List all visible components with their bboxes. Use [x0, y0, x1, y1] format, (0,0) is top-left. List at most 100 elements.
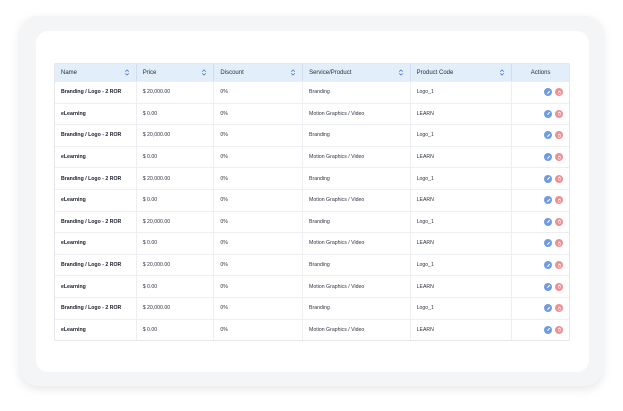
- edit-button[interactable]: [544, 304, 553, 313]
- cell-service-product: Branding: [302, 82, 410, 103]
- cell-price: $ 0.00: [135, 146, 214, 168]
- products-table: Name Price Discount Service/Product Prod…: [54, 63, 570, 342]
- cell-price-text: $ 20,000.00: [142, 262, 171, 269]
- cell-discount: 0%: [213, 125, 302, 146]
- cell-service-product-text: Branding: [309, 132, 330, 139]
- table-header: Name Price Discount Service/Product Prod…: [55, 64, 569, 81]
- delete-button[interactable]: [555, 174, 564, 183]
- cell-name-text: Branding / Logo - 2 ROR: [61, 175, 122, 182]
- edit-button[interactable]: [544, 239, 553, 248]
- sort-icon[interactable]: [499, 69, 505, 76]
- edit-icon: [546, 241, 550, 245]
- cell-product-code-text: LEARN: [416, 240, 434, 247]
- delete-button[interactable]: [555, 239, 564, 248]
- edit-button[interactable]: [544, 261, 553, 270]
- cell-name-text: Branding / Logo - 2 ROR: [61, 132, 122, 139]
- table-row: Branding / Logo - 2 ROR $ 20,000.00 0% Bran…: [55, 210, 569, 233]
- cell-product-code: LEARN: [409, 319, 512, 341]
- cell-discount: 0%: [213, 103, 302, 125]
- cell-discount-text: 0%: [220, 154, 228, 161]
- cell-name-text: Branding / Logo - 2 ROR: [61, 305, 122, 312]
- delete-button[interactable]: [555, 131, 564, 140]
- edit-button[interactable]: [544, 325, 553, 334]
- delete-button[interactable]: [555, 88, 564, 97]
- delete-icon: [557, 133, 561, 138]
- cell-price: $ 20,000.00: [135, 254, 214, 276]
- cell-name: Branding / Logo - 2 ROR: [55, 125, 136, 146]
- cell-name: eLearning: [55, 320, 136, 341]
- delete-icon: [557, 263, 561, 268]
- cell-service-product: Motion Graphics / Video: [302, 319, 410, 341]
- cell-discount: 0%: [213, 82, 302, 103]
- cell-name: Branding / Logo - 2 ROR: [55, 168, 136, 189]
- cell-product-code: LEARN: [409, 233, 512, 254]
- delete-button[interactable]: [555, 109, 564, 118]
- cell-actions: [511, 254, 569, 276]
- cell-actions: [511, 319, 569, 341]
- cell-product-code-text: Logo_1: [416, 218, 434, 225]
- cell-service-product: Motion Graphics / Video: [302, 233, 410, 254]
- edit-button[interactable]: [544, 109, 553, 118]
- column-header-discount[interactable]: Discount: [213, 64, 302, 81]
- table-row: eLearning $ 0.00 0% Motion Graphics / Video…: [55, 145, 569, 168]
- edit-button[interactable]: [544, 196, 553, 205]
- cell-name-text: eLearning: [61, 197, 86, 204]
- cell-product-code-text: Logo_1: [416, 305, 434, 312]
- cell-service-product: Motion Graphics / Video: [302, 189, 410, 211]
- cell-actions: [511, 211, 569, 233]
- cell-discount: 0%: [213, 189, 302, 211]
- delete-icon: [557, 176, 561, 181]
- delete-button[interactable]: [555, 196, 564, 205]
- cell-product-code: Logo_1: [409, 297, 512, 319]
- cell-name-text: eLearning: [61, 110, 86, 117]
- delete-icon: [557, 241, 561, 246]
- delete-button[interactable]: [555, 304, 564, 313]
- edit-icon: [546, 328, 550, 332]
- cell-product-code: LEARN: [409, 103, 512, 125]
- edit-button[interactable]: [544, 88, 553, 97]
- sort-icon[interactable]: [201, 69, 207, 76]
- sort-icon[interactable]: [124, 69, 130, 76]
- sort-icon[interactable]: [290, 69, 296, 76]
- delete-button[interactable]: [555, 325, 564, 334]
- column-header-service-product[interactable]: Service/Product: [302, 64, 410, 81]
- edit-button[interactable]: [544, 131, 553, 140]
- cell-actions: [511, 297, 569, 319]
- delete-button[interactable]: [555, 261, 564, 270]
- cell-price-text: $ 20,000.00: [142, 175, 171, 182]
- edit-button[interactable]: [544, 153, 553, 162]
- edit-icon: [546, 133, 550, 137]
- edit-icon: [546, 176, 550, 181]
- edit-button[interactable]: [544, 282, 553, 291]
- cell-product-code-text: LEARN: [416, 283, 434, 290]
- delete-button[interactable]: [555, 153, 564, 162]
- cell-discount-text: 0%: [220, 283, 228, 290]
- cell-discount-text: 0%: [220, 110, 228, 117]
- edit-button[interactable]: [544, 174, 553, 183]
- table-row: eLearning $ 0.00 0% Motion Graphics / Video…: [55, 275, 569, 297]
- delete-button[interactable]: [555, 217, 564, 226]
- cell-price-text: $ 20,000.00: [142, 305, 171, 312]
- cell-product-code: LEARN: [409, 146, 512, 168]
- cell-service-product: Branding: [302, 168, 410, 189]
- cell-service-product: Branding: [302, 254, 410, 276]
- edit-icon: [546, 263, 550, 267]
- cell-product-code-text: Logo_1: [416, 132, 434, 139]
- cell-service-product-text: Branding: [309, 175, 330, 182]
- cell-price: $ 20,000.00: [135, 211, 214, 233]
- column-header-product-code[interactable]: Product Code: [409, 64, 512, 81]
- column-header-actions: Actions: [511, 64, 569, 81]
- cell-discount: 0%: [213, 254, 302, 276]
- delete-button[interactable]: [555, 282, 564, 291]
- cell-actions: [511, 146, 569, 168]
- column-header-name[interactable]: Name: [55, 64, 136, 81]
- delete-icon: [557, 306, 561, 311]
- edit-button[interactable]: [544, 217, 553, 226]
- cell-discount: 0%: [213, 297, 302, 319]
- sort-icon[interactable]: [398, 69, 404, 76]
- column-header-price[interactable]: Price: [135, 64, 214, 81]
- cell-price-text: $ 20,000.00: [142, 132, 171, 139]
- cell-actions: [511, 233, 569, 254]
- cell-discount: 0%: [213, 319, 302, 341]
- delete-icon: [557, 90, 561, 95]
